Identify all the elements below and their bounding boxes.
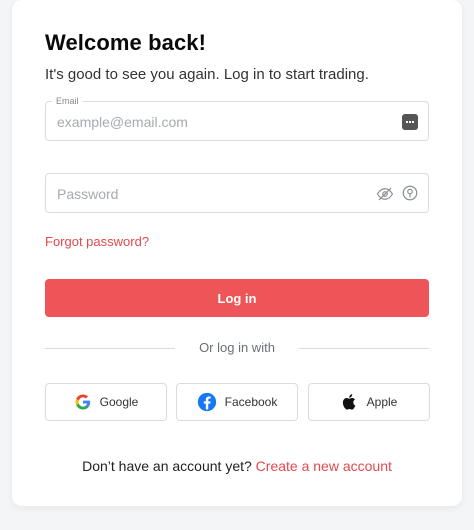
forgot-password-link[interactable]: Forgot password? xyxy=(45,234,149,249)
email-label: Email xyxy=(52,95,83,107)
page-title: Welcome back! xyxy=(45,30,207,55)
divider-line-right xyxy=(299,348,429,349)
apple-login-button[interactable]: Apple xyxy=(308,383,430,421)
facebook-login-button[interactable]: Facebook xyxy=(176,383,298,421)
google-login-button[interactable]: Google xyxy=(45,383,167,421)
facebook-icon xyxy=(197,392,216,412)
apple-label: Apple xyxy=(366,395,398,409)
page-subtitle: It's good to see you again. Log in to st… xyxy=(45,66,369,83)
signup-prompt: Don’t have an account yet? Create a new … xyxy=(12,458,462,474)
password-field[interactable]: Password xyxy=(45,173,429,213)
password-manager-icon[interactable] xyxy=(401,184,419,202)
create-account-link[interactable]: Create a new account xyxy=(256,458,392,474)
login-card: Welcome back! It's good to see you again… xyxy=(12,0,462,506)
autofill-icon[interactable] xyxy=(402,114,418,130)
password-placeholder: Password xyxy=(57,186,119,202)
facebook-label: Facebook xyxy=(224,395,278,409)
email-placeholder: example@email.com xyxy=(57,114,188,130)
login-button[interactable]: Log in xyxy=(45,279,429,317)
hide-password-icon[interactable] xyxy=(376,185,394,203)
social-divider: Or log in with xyxy=(45,340,429,356)
google-icon xyxy=(75,394,90,410)
apple-icon xyxy=(342,394,355,410)
email-field[interactable]: Email example@email.com xyxy=(45,95,429,141)
google-label: Google xyxy=(99,395,139,409)
signup-text: Don’t have an account yet? xyxy=(82,458,252,474)
